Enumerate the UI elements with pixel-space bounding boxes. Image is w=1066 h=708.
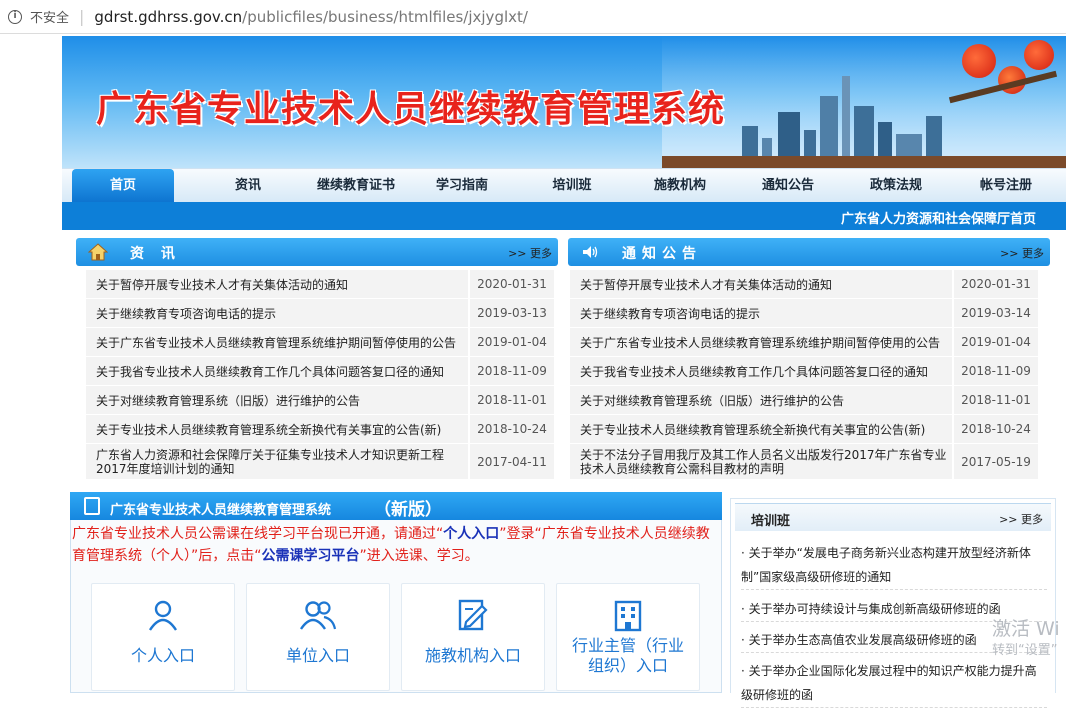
notice-row[interactable]: 关于广东省专业技术人员继续教育管理系统维护期间暂停使用的公告 2019-01-04	[570, 328, 1038, 357]
notice-more-link[interactable]: >> 更多	[1000, 245, 1044, 261]
notice-list: 关于暂停开展专业技术人才有关集体活动的通知 2020-01-31 关于继续教育专项…	[570, 270, 1038, 482]
windows-activation-hint: 转到“设置”	[992, 643, 1058, 658]
nav-certificate[interactable]: 继续教育证书	[306, 169, 406, 203]
notice-row[interactable]: 关于我省专业技术人员继续教育工作几个具体问题答复口径的通知 2018-11-09	[570, 357, 1038, 386]
banner: 广东省专业技术人员继续教育管理系统	[62, 36, 1066, 168]
site-title: 广东省专业技术人员继续教育管理系统	[96, 88, 726, 130]
users-icon	[300, 601, 337, 630]
sub-bar: 广东省人力资源和社会保障厅首页	[62, 202, 1066, 230]
new-system-notice: 广东省专业技术人员公需课在线学习平台现已开通，请通过“个人入口”登录“广东省专业…	[72, 526, 710, 564]
new-system-header: 广东省专业技术人员继续教育管理系统 （新版）	[70, 492, 722, 520]
new-system-suffix: （新版）	[374, 500, 442, 520]
nav-policy[interactable]: 政策法规	[856, 169, 936, 203]
news-row[interactable]: 关于专业技术人员继续教育管理系统全新换代有关事宜的公告(新) 2018-10-24	[86, 415, 554, 444]
news-row[interactable]: 关于广东省专业技术人员继续教育管理系统维护期间暂停使用的公告 2019-01-04	[86, 328, 554, 357]
news-row[interactable]: 关于继续教育专项咨询电话的提示 2019-03-13	[86, 299, 554, 328]
notice-row[interactable]: 关于继续教育专项咨询电话的提示 2019-03-14	[570, 299, 1038, 328]
notice-row[interactable]: 关于对继续教育管理系统（旧版）进行维护的公告 2018-11-01	[570, 386, 1038, 415]
unit-entry-button[interactable]: 单位入口	[246, 583, 390, 691]
personal-entry-highlight: 个人入口	[443, 526, 500, 542]
document-icon	[84, 497, 100, 515]
insecure-label: 不安全	[30, 11, 70, 26]
course-platform-highlight: 公需课学习平台	[261, 548, 360, 564]
notice-row[interactable]: 关于不法分子冒用我厅及其工作人员名义出版发行2017年广东省专业技术人员继续教育…	[570, 444, 1038, 480]
training-item[interactable]: · 关于举办企业国际化发展过程中的知识产权能力提升高级研修班的函	[741, 659, 1047, 708]
address-bar[interactable]: i 不安全 | gdrst.gdhrss.gov.cn/publicfiles/…	[0, 0, 1066, 34]
news-row[interactable]: 关于暂停开展专业技术人才有关集体活动的通知 2020-01-31	[86, 270, 554, 299]
news-row[interactable]: 关于对继续教育管理系统（旧版）进行维护的公告 2018-11-01	[86, 386, 554, 415]
personal-entry-button[interactable]: 个人入口	[91, 583, 235, 691]
nav-news[interactable]: 资讯	[212, 169, 284, 203]
news-list: 关于暂停开展专业技术人才有关集体活动的通知 2020-01-31 关于继续教育专项…	[86, 270, 554, 482]
institution-entry-button[interactable]: 施教机构入口	[401, 583, 545, 691]
building-icon	[614, 600, 642, 632]
nav-training[interactable]: 培训班	[534, 169, 610, 203]
new-system-title: 广东省专业技术人员继续教育管理系统	[110, 503, 332, 518]
separator: |	[79, 7, 85, 26]
training-panel: 培训班 >> 更多 · 关于举办“发展电子商务新兴业态构建开放型经济新体制”国家…	[730, 498, 1056, 708]
nav-register[interactable]: 帐号注册	[966, 169, 1046, 203]
new-system-panel: 广东省专业技术人员继续教育管理系统 （新版） 广东省专业技术人员公需课在线学习平…	[70, 492, 722, 693]
dept-home-link[interactable]: 广东省人力资源和社会保障厅首页	[841, 208, 1036, 227]
news-panel-header: 资 讯 >> 更多	[76, 238, 558, 266]
info-icon[interactable]: i	[8, 9, 22, 24]
notice-row[interactable]: 关于暂停开展专业技术人才有关集体活动的通知 2020-01-31	[570, 270, 1038, 299]
page: 广东省专业技术人员继续教育管理系统 首页 资讯 继续教育证书 学习指南 培训班 …	[62, 36, 1066, 708]
notice-panel-header: 通知公告 >> 更多	[568, 238, 1050, 266]
notice-title: 通知公告	[622, 246, 702, 262]
url-host: gdrst.gdhrss.gov.cn	[94, 7, 243, 26]
url-path: /publicfiles/business/htmlfiles/jxjyglxt…	[242, 7, 528, 26]
training-title: 培训班	[751, 514, 791, 529]
training-more-link[interactable]: >> 更多	[999, 511, 1043, 527]
windows-activation-watermark: 激活 Wi	[992, 618, 1060, 640]
nav-home[interactable]: 首页	[72, 169, 174, 203]
nav-notices[interactable]: 通知公告	[748, 169, 828, 203]
news-more-link[interactable]: >> 更多	[508, 245, 552, 261]
news-row[interactable]: 关于我省专业技术人员继续教育工作几个具体问题答复口径的通知 2018-11-09	[86, 357, 554, 386]
notice-row[interactable]: 关于专业技术人员继续教育管理系统全新换代有关事宜的公告(新) 2018-10-24	[570, 415, 1038, 444]
user-icon	[148, 600, 178, 631]
main-nav: 首页 资讯 继续教育证书 学习指南 培训班 施教机构 通知公告 政策法规 帐号注…	[62, 168, 1066, 203]
edit-document-icon	[458, 599, 488, 631]
speaker-icon	[583, 246, 598, 258]
training-header: 培训班 >> 更多	[735, 503, 1051, 531]
training-item[interactable]: · 关于举办“发展电子商务新兴业态构建开放型经济新体制”国家级高级研修班的通知	[741, 541, 1047, 590]
industry-entry-button[interactable]: 行业主管（行业组织）入口	[556, 583, 700, 691]
news-row[interactable]: 广东省人力资源和社会保障厅关于征集专业技术人才知识更新工程2017年度培训计划的…	[86, 444, 554, 480]
nav-guide[interactable]: 学习指南	[424, 169, 500, 203]
nav-institutions[interactable]: 施教机构	[640, 169, 720, 203]
home-icon	[88, 243, 108, 261]
news-title: 资 讯	[130, 246, 181, 262]
